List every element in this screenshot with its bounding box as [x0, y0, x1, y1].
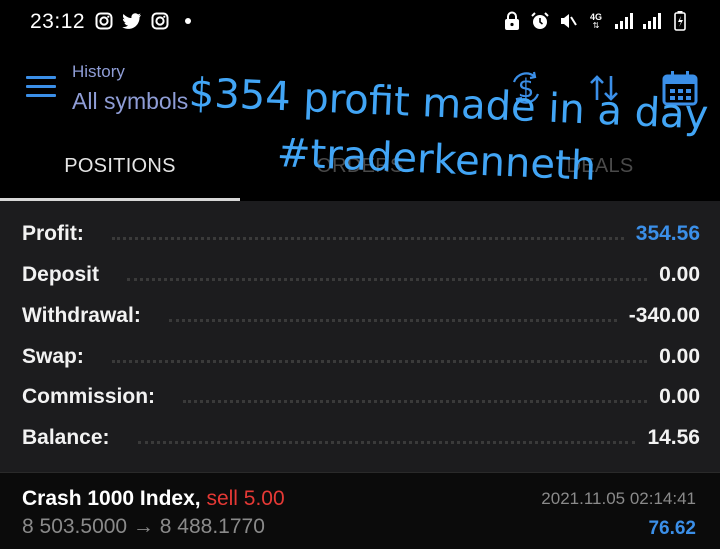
summary-row-profit: Profit: 354.56 — [22, 214, 700, 254]
signal-icon — [614, 11, 634, 31]
tab-orders[interactable]: ORDERS — [240, 134, 480, 198]
summary-value: 354.56 — [635, 222, 700, 245]
currency-icon[interactable]: $ — [508, 70, 544, 106]
position-list-item[interactable]: Crash 1000 Index, sell 5.00 8 503.5000 →… — [0, 472, 720, 549]
summary-value: 0.00 — [659, 385, 700, 408]
summary-value: -340.00 — [628, 304, 700, 327]
summary-label: Withdrawal: — [22, 304, 141, 327]
sort-icon[interactable] — [586, 70, 622, 106]
signal-icon — [642, 11, 662, 31]
position-side: sell 5.00 — [206, 487, 285, 510]
position-profit: 76.62 — [648, 518, 696, 539]
dotted-leader — [127, 277, 648, 281]
dotted-leader — [111, 236, 624, 240]
instagram-icon — [94, 11, 114, 31]
dotted-leader — [111, 359, 648, 363]
toolbar: History All symbols $ — [0, 44, 720, 134]
position-symbol-line: Crash 1000 Index, sell 5.00 — [22, 487, 285, 511]
notification-dot-icon — [178, 11, 198, 31]
summary-label: Balance: — [22, 426, 110, 449]
summary-value: 0.00 — [659, 345, 700, 368]
data-arrows: ⇅ — [592, 20, 600, 30]
status-bar: 23:12 4G ⇅ — [0, 0, 720, 44]
calendar-icon[interactable] — [662, 70, 698, 106]
dotted-leader — [137, 440, 636, 444]
summary-value: 14.56 — [647, 426, 700, 449]
tab-positions[interactable]: POSITIONS — [0, 134, 240, 198]
status-icons-left — [94, 11, 198, 31]
summary-row-commission: Commission: 0.00 — [22, 377, 700, 417]
twitter-icon — [122, 11, 142, 31]
battery-icon — [670, 11, 690, 31]
summary-value: 0.00 — [659, 263, 700, 286]
summary-panel: Profit: 354.56 Deposit 0.00 Withdrawal: … — [0, 201, 720, 472]
symbol-filter[interactable]: All symbols — [72, 88, 188, 115]
4g-icon: 4G ⇅ — [586, 11, 606, 31]
summary-row-balance: Balance: 14.56 — [22, 418, 700, 458]
dotted-leader — [168, 318, 617, 322]
summary-label: Profit: — [22, 222, 84, 245]
instagram-icon — [150, 11, 170, 31]
position-prices: 8 503.5000 → 8 488.1770 — [22, 515, 265, 538]
alarm-icon — [530, 11, 550, 31]
summary-label: Deposit — [22, 263, 100, 286]
mute-icon — [558, 11, 578, 31]
dotted-leader — [183, 399, 648, 403]
summary-row-deposit: Deposit 0.00 — [22, 255, 700, 295]
lock-icon — [502, 11, 522, 31]
toolbar-subtitle: History — [72, 62, 125, 81]
tab-bar: POSITIONS ORDERS DEALS — [0, 134, 720, 201]
summary-row-swap: Swap: 0.00 — [22, 337, 700, 377]
summary-label: Swap: — [22, 345, 84, 368]
position-symbol: Crash 1000 Index, — [22, 487, 201, 510]
summary-label: Commission: — [22, 385, 156, 408]
tab-deals[interactable]: DEALS — [480, 134, 720, 198]
summary-row-withdrawal: Withdrawal: -340.00 — [22, 296, 700, 336]
position-time: 2021.11.05 02:14:41 — [541, 489, 696, 508]
menu-icon[interactable] — [26, 76, 56, 100]
status-time: 23:12 — [30, 10, 86, 33]
status-icons-right: 4G ⇅ — [502, 11, 690, 31]
